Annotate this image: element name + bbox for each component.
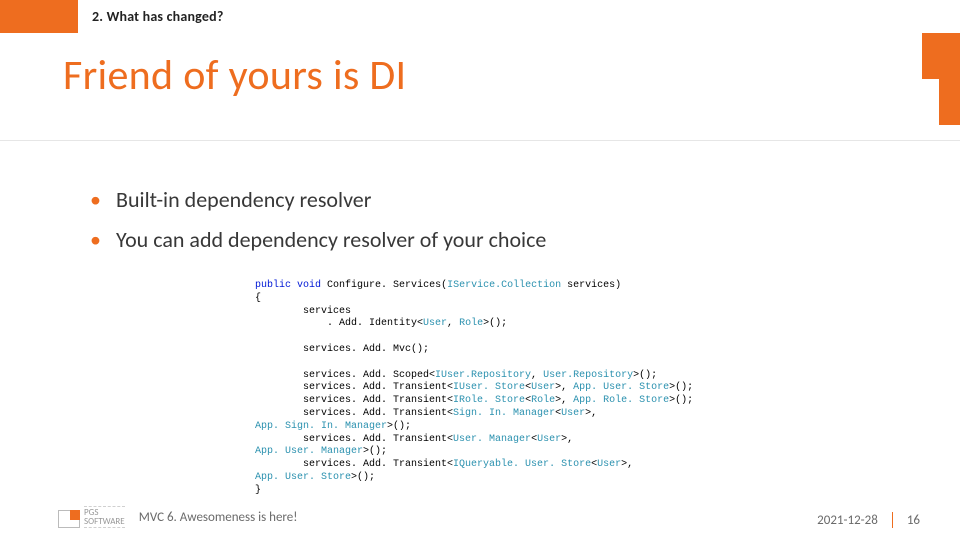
logo: PGS SOFTWARE [58, 506, 125, 528]
code-text: services. Add. Transient< [255, 408, 453, 419]
code-text: services [255, 306, 351, 317]
code-text: >(); [351, 472, 375, 483]
code-text: services. Add. Transient< [255, 434, 453, 445]
code-type: Role [531, 395, 555, 406]
code-type: IRole. Store [453, 395, 525, 406]
footer-divider-icon [892, 512, 893, 528]
slide-title: Friend of yours is DI [63, 50, 406, 101]
code-type: User [423, 318, 447, 329]
code-type: IQueryable. User. Store [453, 459, 591, 470]
code-text: . Add. Identity< [255, 318, 423, 329]
code-type: User [537, 434, 561, 445]
code-text: } [255, 485, 261, 496]
code-type: User [597, 459, 621, 470]
footer: PGS SOFTWARE MVC 6. Awesomeness is here! [0, 506, 960, 528]
logo-mark-icon [58, 510, 80, 528]
code-text: >(); [387, 421, 411, 432]
code-text: >(); [633, 370, 657, 381]
code-type: IUser. Store [453, 382, 525, 393]
decor-stub-top-icon [922, 33, 960, 79]
code-type: User. Manager [453, 434, 531, 445]
code-text: , [531, 370, 543, 381]
accent-square-icon [0, 0, 78, 33]
code-text: >, [555, 395, 573, 406]
code-text: >, [585, 408, 597, 419]
slide: 2. What has changed? Friend of yours is … [0, 0, 960, 540]
code-text: services. Add. Transient< [255, 382, 453, 393]
list-item: You can add dependency resolver of your … [90, 220, 546, 260]
code-text: services. Add. Transient< [255, 459, 453, 470]
code-type: IService.Collection [447, 280, 561, 291]
code-text: services. Add. Scoped< [255, 370, 435, 381]
logo-line2: SOFTWARE [84, 517, 125, 526]
code-text: >(); [483, 318, 507, 329]
code-type: App. Sign. In. Manager [255, 421, 387, 432]
code-type: App. Role. Store [573, 395, 669, 406]
logo-text: PGS SOFTWARE [84, 506, 125, 528]
code-keyword: public [255, 280, 291, 291]
code-text: >(); [669, 382, 693, 393]
code-type: User [561, 408, 585, 419]
deck-title: MVC 6. Awesomeness is here! [139, 510, 298, 525]
code-text: >, [555, 382, 573, 393]
code-text: services) [561, 280, 621, 291]
code-keyword: void [297, 280, 321, 291]
code-block: public void Configure. Services(IService… [255, 280, 693, 498]
top-bar: 2. What has changed? [0, 0, 960, 33]
code-type: User [531, 382, 555, 393]
code-type: Sign. In. Manager [453, 408, 555, 419]
section-label: 2. What has changed? [92, 8, 224, 25]
list-item: Built-in dependency resolver [90, 180, 546, 220]
code-text: >, [621, 459, 633, 470]
bullet-list: Built-in dependency resolver You can add… [90, 180, 546, 259]
decor-stub-bottom-icon [939, 79, 960, 125]
code-text: services. Add. Mvc(); [255, 344, 429, 355]
title-underline-icon [0, 140, 960, 141]
code-text: >(); [669, 395, 693, 406]
code-type: App. User. Store [255, 472, 351, 483]
code-type: User.Repository [543, 370, 633, 381]
code-type: App. User. Manager [255, 446, 363, 457]
footer-right: 2021-12-28 16 [817, 512, 920, 528]
code-type: App. User. Store [573, 382, 669, 393]
code-text: services. Add. Transient< [255, 395, 453, 406]
footer-date: 2021-12-28 [817, 513, 878, 528]
code-type: Role [459, 318, 483, 329]
code-text: { [255, 293, 261, 304]
code-text: , [447, 318, 459, 329]
code-type: IUser.Repository [435, 370, 531, 381]
code-text: >, [561, 434, 573, 445]
page-number: 16 [907, 513, 920, 528]
code-text: Configure. Services( [321, 280, 447, 291]
code-text: >(); [363, 446, 387, 457]
